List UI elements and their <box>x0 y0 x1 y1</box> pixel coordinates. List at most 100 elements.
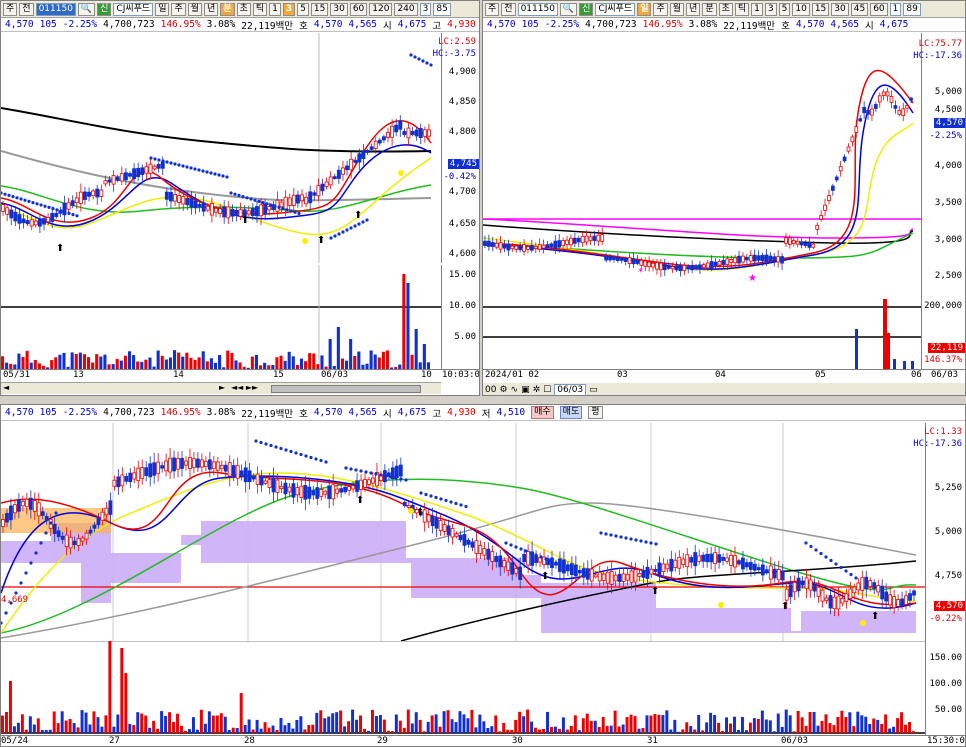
candle-body <box>17 214 22 224</box>
count-input[interactable]: 85 <box>433 2 451 16</box>
candle-body <box>823 204 827 211</box>
checkbox[interactable]: ☐ <box>543 385 551 395</box>
period-week-button[interactable]: 주 <box>171 2 186 16</box>
candle-body <box>573 564 578 577</box>
new-badge: 신 <box>579 2 594 16</box>
candle-body <box>52 524 57 535</box>
sar-dot <box>649 541 653 545</box>
period-second-button[interactable]: 초 <box>718 2 733 16</box>
scroll-thumb[interactable] <box>271 385 421 393</box>
calendar-icon[interactable]: ▭ <box>589 385 598 395</box>
interval-button[interactable]: 60 <box>870 2 888 16</box>
candle-body <box>287 197 292 206</box>
interval-button[interactable]: 15 <box>811 2 830 16</box>
sar-dot <box>23 198 27 202</box>
candle-body <box>287 486 292 493</box>
price-tick: 5,000 <box>934 527 962 537</box>
period-year-button[interactable]: 년 <box>204 2 219 16</box>
sar-dot <box>409 53 413 57</box>
period-minute-button[interactable]: 분 <box>702 2 717 16</box>
interval-240-button[interactable]: 240 <box>394 2 418 16</box>
candle-body <box>418 127 423 139</box>
scroll-right-icon[interactable]: ► <box>219 383 225 392</box>
candle-body <box>205 205 210 211</box>
hc-label: HC:-3.75 <box>432 49 476 59</box>
count-input[interactable]: 89 <box>903 2 921 16</box>
tool-icon[interactable]: ⚙ <box>499 385 507 395</box>
code-type-select[interactable]: 주 <box>3 2 18 16</box>
interval-3-button[interactable]: 3 <box>282 2 296 16</box>
period-select[interactable]: 전 <box>19 2 34 16</box>
volume-bar <box>597 727 601 733</box>
volume-bar <box>185 352 189 369</box>
period-year-button[interactable]: 년 <box>686 2 701 16</box>
average-button[interactable]: 평 <box>588 406 603 419</box>
interval-button[interactable]: 10 <box>792 2 810 16</box>
interval-30-button[interactable]: 30 <box>330 2 348 16</box>
candle-body <box>341 167 345 175</box>
period-day-button[interactable]: 일 <box>155 2 170 16</box>
volume-bar <box>164 715 168 733</box>
scroll-end-icon[interactable]: ◄◄ ►► <box>231 383 258 392</box>
interval-60-button[interactable]: 60 <box>349 2 368 16</box>
period-minute-button[interactable]: 분 <box>220 2 235 16</box>
sar-dot <box>35 202 39 206</box>
interval-120-button[interactable]: 120 <box>369 2 393 16</box>
sar-dot <box>304 454 308 458</box>
link-icon[interactable]: ∿ <box>511 385 519 395</box>
candle-body <box>549 243 554 248</box>
period-tick-button[interactable]: 틱 <box>252 2 268 16</box>
period-second-button[interactable]: 초 <box>236 2 251 16</box>
period-tick-button[interactable]: 틱 <box>734 2 750 16</box>
search-icon[interactable]: 🔍 <box>77 2 96 16</box>
code-type-select[interactable]: 주 <box>485 2 500 16</box>
candle-body <box>128 472 133 483</box>
quote-volume: 4,700,723 <box>585 19 637 30</box>
sell-order-button[interactable]: 매도 <box>559 406 583 419</box>
candle-body <box>709 553 714 563</box>
candle-body <box>819 215 823 220</box>
stock-code-input[interactable]: 011150 <box>35 2 76 16</box>
date-label: 28 <box>244 736 255 746</box>
volume-bar <box>323 718 327 733</box>
interval-1-button[interactable]: 1 <box>269 2 281 16</box>
scroll-left-icon[interactable]: ◄ <box>3 383 9 392</box>
candle-body <box>470 541 475 548</box>
candle-body <box>78 191 83 204</box>
period-day-button[interactable]: 일 <box>637 2 652 16</box>
interval-value-input[interactable]: 1 <box>889 2 902 16</box>
search-icon[interactable]: 🔍 <box>559 2 578 16</box>
period-select[interactable]: 전 <box>501 2 516 16</box>
volume-bar <box>112 726 116 733</box>
interval-button[interactable]: 30 <box>831 2 849 16</box>
interval-button[interactable]: 3 <box>764 2 777 16</box>
date-input[interactable]: 06/03 <box>554 383 587 395</box>
period-week-button[interactable]: 주 <box>653 2 668 16</box>
candle-body <box>605 571 610 584</box>
stock-name-field[interactable]: CJ씨푸드 <box>113 2 154 16</box>
horizontal-scrollbar[interactable]: ◄ ► ◄◄ ►► <box>1 382 441 394</box>
candle-body <box>904 595 908 605</box>
volume-bar <box>226 350 230 369</box>
stock-name-field[interactable]: CJ씨푸드 <box>595 2 636 16</box>
interval-5-button[interactable]: 5 <box>297 2 309 16</box>
volume-bar <box>60 711 64 733</box>
interval-button[interactable]: 5 <box>778 2 791 16</box>
interval-value-input[interactable]: 3 <box>419 2 432 16</box>
volume-bar <box>534 727 538 733</box>
save-icon[interactable]: ▣ <box>521 385 530 395</box>
settings-icon[interactable]: ✲ <box>533 385 541 395</box>
candle-body <box>748 255 753 262</box>
volume-bar <box>20 714 24 733</box>
candle-body <box>20 500 25 507</box>
buy-order-button[interactable]: 매수 <box>531 406 554 419</box>
sar-dot <box>55 208 59 212</box>
stock-code-input[interactable]: 011150 <box>517 2 558 16</box>
signal-star-icon: ★ <box>748 273 757 284</box>
period-month-button[interactable]: 월 <box>187 2 203 16</box>
interval-button[interactable]: 45 <box>850 2 869 16</box>
candle-body <box>230 208 235 217</box>
interval-15-button[interactable]: 15 <box>310 2 329 16</box>
period-month-button[interactable]: 월 <box>669 2 685 16</box>
interval-button[interactable]: 1 <box>751 2 763 16</box>
